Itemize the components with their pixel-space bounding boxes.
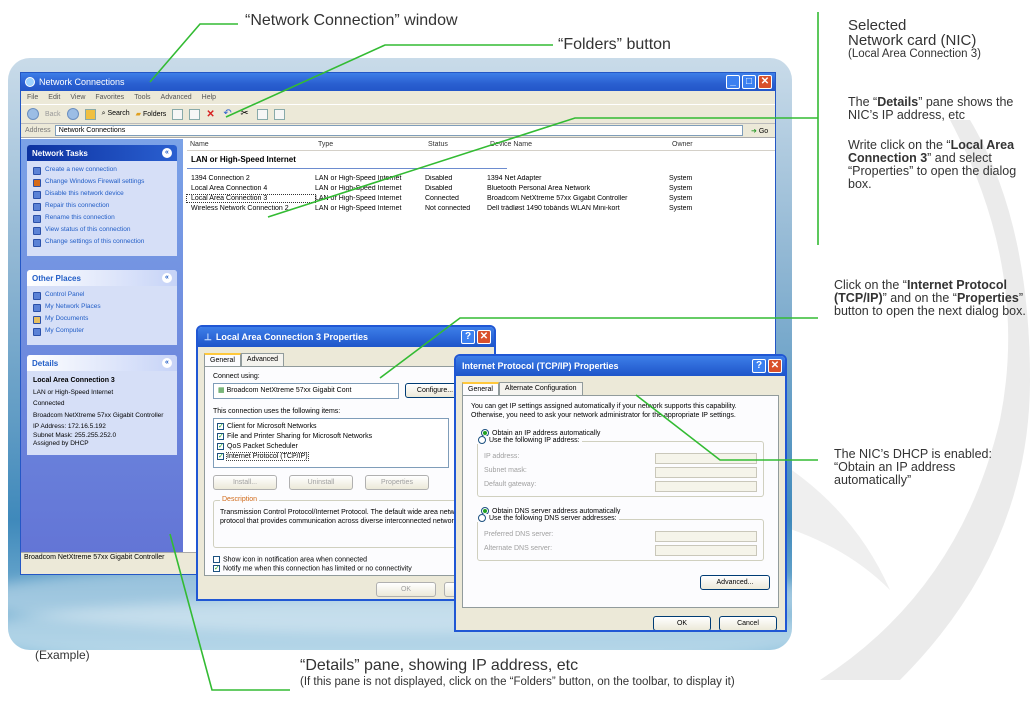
example-label: (Example) (35, 648, 90, 662)
nic-annotation: Selected Network card (NIC) (Local Area … (848, 18, 1036, 61)
window-callout-line (149, 23, 238, 83)
tcp-callout-line (379, 317, 818, 379)
dhcp-callout-line (635, 394, 818, 461)
details-caption: “Details” pane, showing IP address, etc (300, 657, 579, 674)
note-text: Write click on the “ (848, 138, 951, 152)
write-click-note: Write click on the “Local Area Connectio… (848, 139, 1036, 191)
note-text: ” and on the “ (882, 291, 957, 305)
nic-title-3: (Local Area Connection 3) (848, 48, 981, 60)
folders-caption: “Folders” button (558, 36, 671, 53)
note-text: The “ (848, 95, 878, 109)
details-subcaption: (If this pane is not displayed, click on… (300, 676, 735, 688)
note-text: Click on the “ (834, 278, 907, 292)
dhcp-note: The NIC’s DHCP is enabled: “Obtain an IP… (834, 447, 992, 487)
note-bold: Details (877, 95, 919, 109)
nic-title-2: Network card (NIC) (848, 32, 977, 49)
details-note: The “Details” pane shows the NIC’s IP ad… (848, 96, 1036, 122)
note-bold: Properties (956, 291, 1019, 305)
nic-callout-line (267, 117, 818, 218)
window-caption: “Network Connection” window (245, 12, 458, 29)
folders-callout-line (225, 44, 553, 118)
details-callout-line (169, 533, 290, 691)
nic-title-1: Selected (848, 17, 907, 34)
tcp-note: Click on the “Internet Protocol (TCP/IP)… (834, 279, 1034, 318)
